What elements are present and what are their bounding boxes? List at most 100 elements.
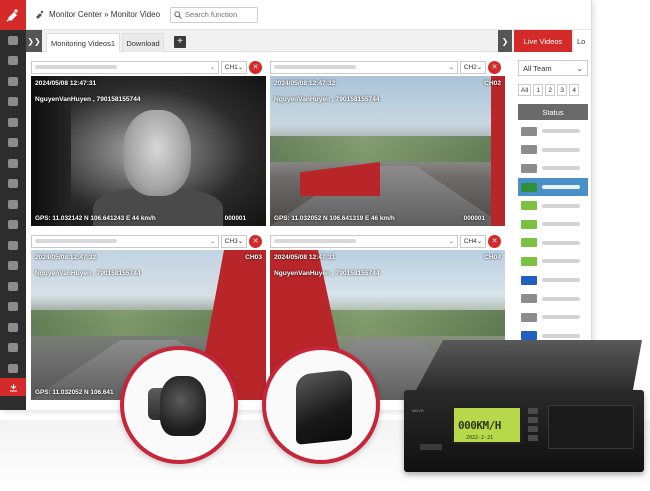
breadcrumb-text[interactable]: Monitor Center » Monitor Video: [49, 10, 160, 19]
collapse-icon: ❯❯: [27, 36, 41, 46]
team-select[interactable]: All Team ⌄: [518, 60, 588, 76]
vehicle-name-blurred: [35, 65, 117, 69]
page-button[interactable]: All: [518, 84, 532, 96]
vehicle-select[interactable]: ⌄: [270, 234, 458, 248]
video-timestamp: 2024/05/08 12:47:31: [274, 254, 336, 261]
mute-button[interactable]: ✕: [249, 234, 262, 248]
sidebar-item-2[interactable]: [0, 51, 26, 72]
shield-icon: [8, 240, 18, 250]
sidebar-item-8[interactable]: [0, 174, 26, 195]
sidebar-item-15[interactable]: [0, 317, 26, 338]
search-input[interactable]: [185, 10, 256, 19]
dvr-speed: 000KM/H: [458, 419, 501, 432]
vehicle-row[interactable]: [518, 196, 588, 215]
sidebar-item-16[interactable]: [0, 338, 26, 359]
sidebar-item-11[interactable]: [0, 235, 26, 256]
dvr-device-top: [416, 340, 642, 390]
page-button[interactable]: 3: [557, 84, 568, 96]
camera-icon: [160, 376, 206, 436]
function-search[interactable]: [170, 6, 259, 23]
sidebar: [0, 30, 26, 410]
video-gps: GPS: 11.032142 N 106.641243 E 44 km/h: [35, 215, 156, 222]
channel-value: CH4: [463, 237, 477, 245]
breadcrumb: Monitor Center » Monitor Video: [34, 9, 160, 20]
truck-icon: [521, 331, 537, 341]
page-button[interactable]: 2: [545, 84, 556, 96]
video-scene: [270, 136, 505, 162]
channel-select[interactable]: CH4 ⌄: [460, 234, 486, 248]
collapse-sidebar-button[interactable]: ❯❯: [26, 30, 42, 52]
satellite-dish-icon: [36, 10, 44, 19]
document-icon: [8, 302, 18, 312]
vehicle-row[interactable]: [518, 234, 588, 253]
sidebar-item-5[interactable]: [0, 112, 26, 133]
channel-select[interactable]: CH3 ⌄: [221, 234, 247, 248]
vehicle-name-blurred: [274, 239, 356, 243]
vehicle-row[interactable]: [518, 122, 588, 141]
vehicle-row[interactable]: [518, 177, 588, 197]
sidebar-item-14[interactable]: [0, 297, 26, 318]
tab-label: Live Videos: [523, 36, 563, 46]
menu-icon: [8, 35, 18, 45]
vehicle-row[interactable]: [518, 159, 588, 178]
chevron-down-icon: ⌄: [209, 64, 215, 71]
page-button[interactable]: 4: [569, 84, 580, 96]
tab-download[interactable]: Download: [122, 33, 164, 52]
truck-icon: [521, 275, 537, 285]
speaker-muted-icon: ✕: [491, 64, 498, 71]
vehicle-row[interactable]: [518, 271, 588, 290]
sidebar-item-10[interactable]: [0, 215, 26, 236]
vehicle-row[interactable]: [518, 308, 588, 327]
sidebar-item-3[interactable]: [0, 71, 26, 92]
mute-button[interactable]: ✕: [488, 60, 501, 74]
chevron-down-icon: ⌄: [209, 238, 215, 245]
truck-icon: [521, 294, 537, 304]
sidebar-item-6[interactable]: [0, 133, 26, 154]
vehicle-row[interactable]: [518, 289, 588, 308]
sidebar-item-1[interactable]: [0, 30, 26, 51]
vehicle-row[interactable]: [518, 215, 588, 234]
channel-select[interactable]: CH2 ⌄: [460, 60, 486, 74]
status-header[interactable]: Status: [518, 104, 588, 120]
vehicle-select[interactable]: ⌄: [270, 60, 458, 74]
channel-value: CH1: [224, 63, 238, 71]
tab-live-videos[interactable]: Live Videos: [514, 30, 572, 52]
page-button[interactable]: 1: [533, 84, 544, 96]
channel-select[interactable]: CH1 ⌄: [221, 60, 247, 74]
search-icon: [174, 10, 182, 19]
video-cell: ⌄ CH2 ⌄ ✕ 2024/05/08 12:47:32 CH02 Nguyen…: [270, 58, 505, 226]
sidebar-item-13[interactable]: [0, 276, 26, 297]
logout-button[interactable]: [0, 378, 26, 396]
video-cell-header: ⌄ CH3 ⌄ ✕: [31, 232, 266, 250]
tab-other[interactable]: Lo: [574, 30, 591, 52]
mute-button[interactable]: ✕: [249, 60, 262, 74]
add-tab-button[interactable]: +: [174, 36, 186, 48]
tab-label: Lo: [577, 36, 586, 46]
vehicle-select[interactable]: ⌄: [31, 234, 219, 248]
mute-button[interactable]: ✕: [488, 234, 501, 248]
video-frame-counter: 000001: [224, 215, 246, 222]
vehicle-select[interactable]: ⌄: [31, 60, 219, 74]
sidebar-item-4[interactable]: [0, 92, 26, 113]
tab-monitoring-videos[interactable]: Monitoring Videos1: [46, 33, 120, 52]
speed-icon: [8, 199, 18, 209]
vehicle-row[interactable]: [518, 141, 588, 160]
tab-label: Monitoring Videos1: [50, 38, 116, 48]
video-feed[interactable]: 2024/05/08 12:47:31 NguyenVanHuyen , 790…: [31, 76, 266, 226]
video-channel-label: CH02: [484, 80, 501, 87]
video-feed[interactable]: 2024/05/08 12:47:32 CH02 NguyenVanHuyen …: [270, 76, 505, 226]
video-driver: NguyenVanHuyen , 790158155744: [274, 270, 380, 277]
app-logo[interactable]: [0, 0, 26, 30]
truck-icon: [521, 238, 537, 248]
dvr-buttons: [528, 408, 538, 441]
gear-icon: [8, 363, 18, 373]
speaker-muted-icon: ✕: [491, 238, 498, 245]
dome-camera-product: [120, 346, 238, 464]
video-cell: ⌄ CH1 ⌄ ✕ 2024/05/08 12:47:31 NguyenVanHu…: [31, 58, 266, 226]
sidebar-item-9[interactable]: [0, 194, 26, 215]
sidebar-item-7[interactable]: [0, 153, 26, 174]
sidebar-item-settings[interactable]: [0, 358, 26, 379]
panel-toggle-button[interactable]: ❯: [498, 30, 512, 52]
sidebar-item-12[interactable]: [0, 256, 26, 277]
vehicle-row[interactable]: [518, 252, 588, 271]
